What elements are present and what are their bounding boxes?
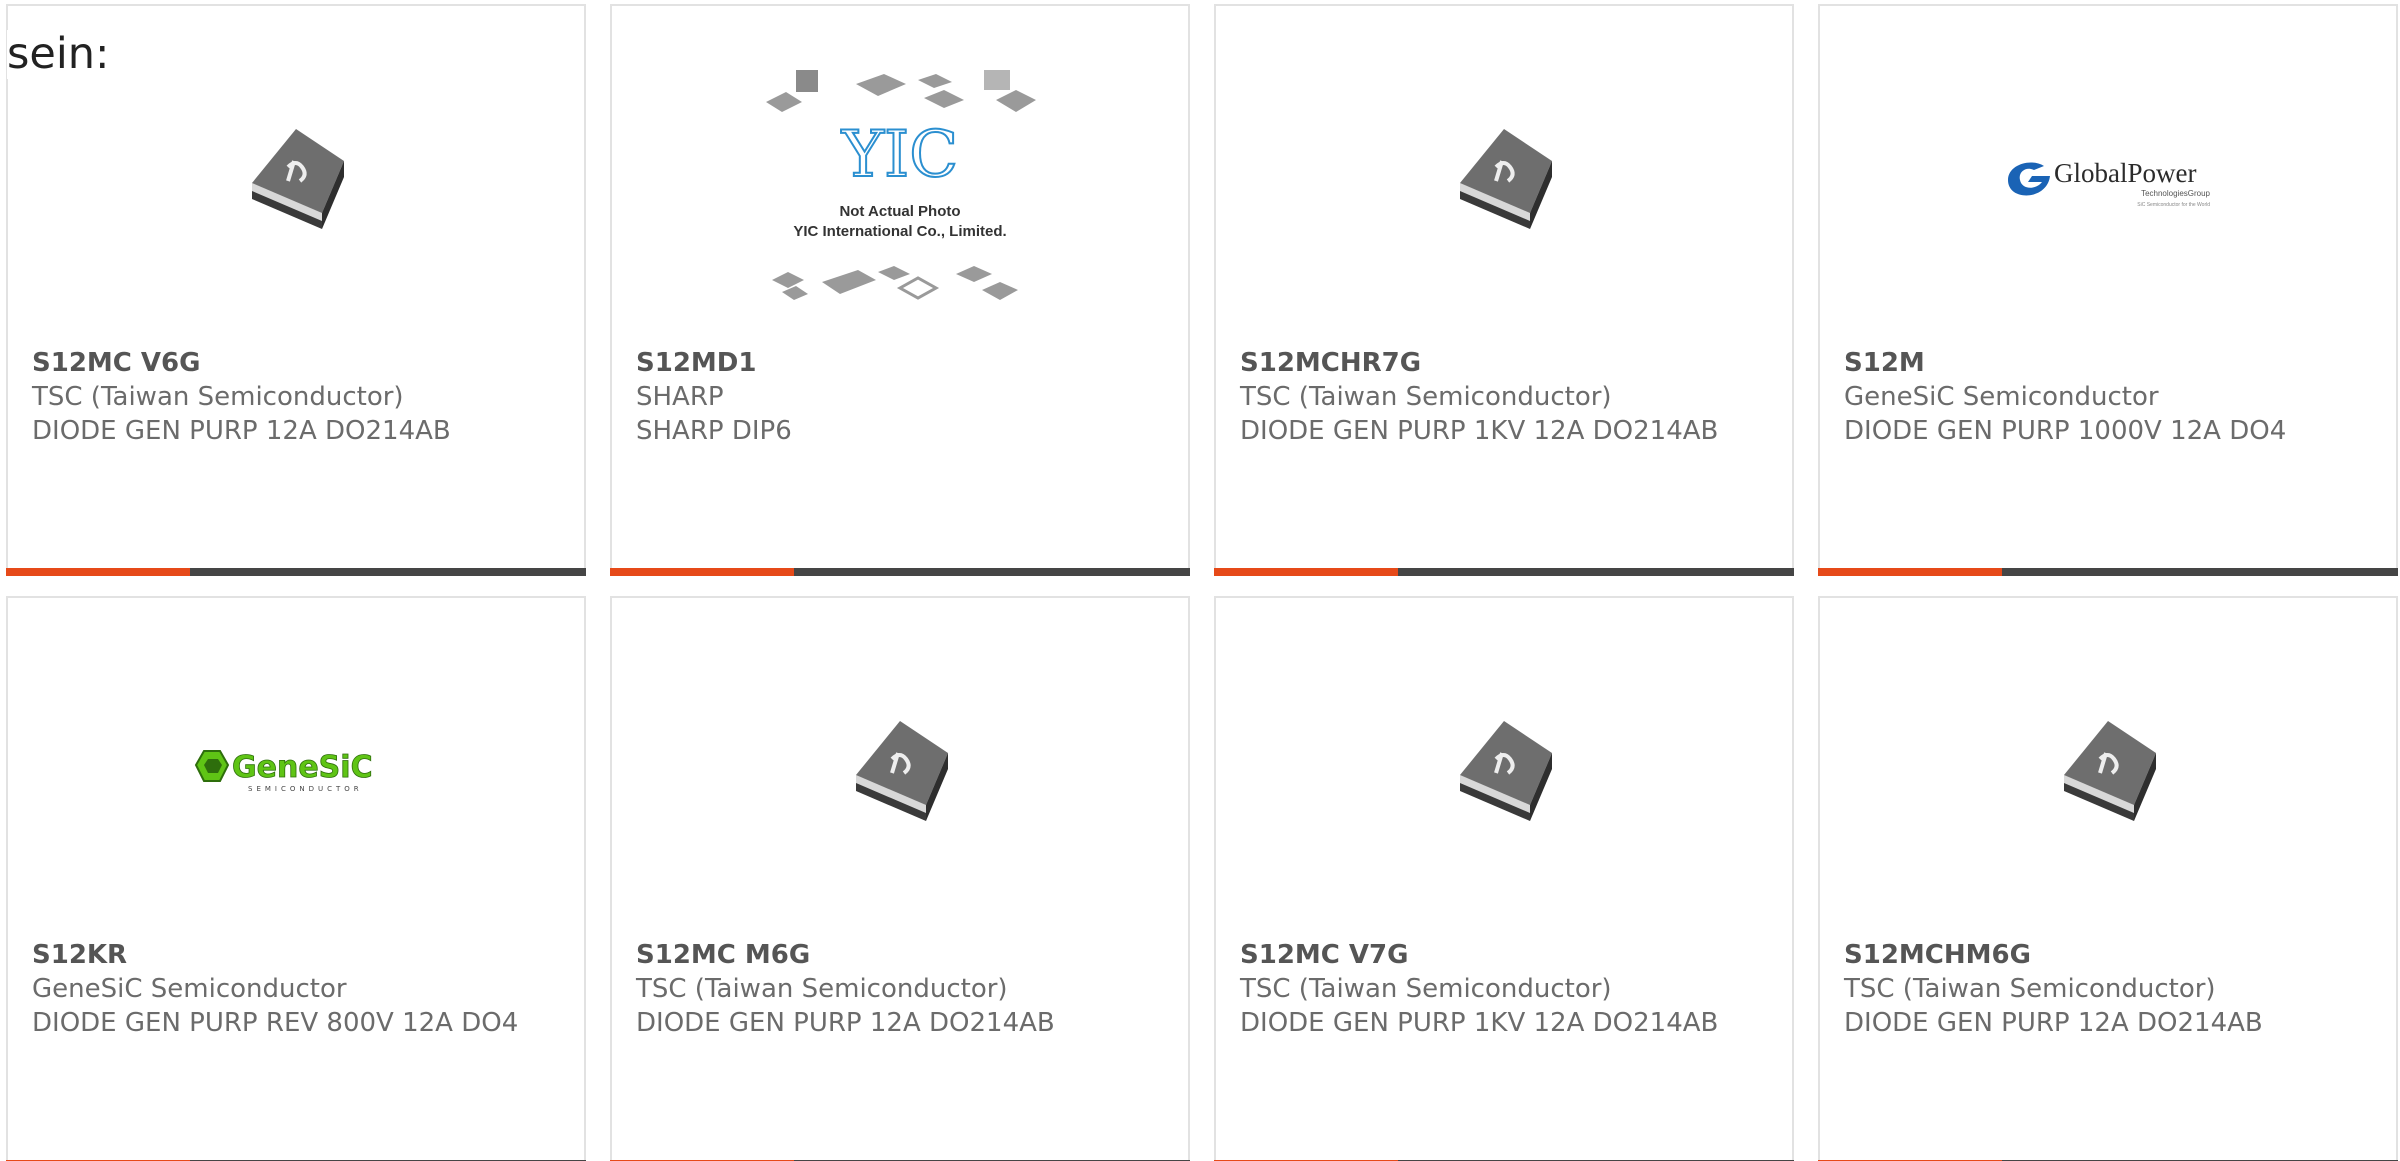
- smd-diode-package-icon: [1460, 129, 1552, 229]
- description: DIODE GEN PURP REV 800V 12A DO4: [32, 1008, 519, 1038]
- product-info: S12MCHR7G TSC (Taiwan Semiconductor) DIO…: [1240, 346, 1774, 448]
- product-card[interactable]: S12MCHR7G TSC (Taiwan Semiconductor) DIO…: [1214, 4, 1794, 576]
- globalpower-line2: SiC Semiconductor for the World: [2137, 202, 2210, 208]
- product-info: S12MC V7G TSC (Taiwan Semiconductor) DIO…: [1240, 938, 1774, 1040]
- yic-line2: YIC International Co., Limited.: [793, 223, 1006, 240]
- intro-text: sein:: [7, 29, 114, 80]
- product-card[interactable]: GlobalPower TechnologiesGroup SiC Semico…: [1818, 4, 2398, 576]
- description: SHARP DIP6: [636, 416, 792, 446]
- product-image: [612, 648, 1188, 898]
- genesic-logo: GeneSiC SEMICONDUCTOR: [194, 750, 373, 793]
- card-bottom-bar: [6, 568, 586, 576]
- part-number: S12MC V7G: [1240, 940, 1409, 970]
- globalpower-swoosh-icon: [2008, 162, 2050, 196]
- part-number: S12MC M6G: [636, 940, 811, 970]
- description: DIODE GEN PURP 1000V 12A DO4: [1844, 416, 2287, 446]
- smd-diode-package-icon: [252, 129, 344, 229]
- manufacturer: TSC (Taiwan Semiconductor): [32, 382, 404, 412]
- globalpower-logo-text: GlobalPower: [2054, 158, 2196, 188]
- product-info: S12M GeneSiC Semiconductor DIODE GEN PUR…: [1844, 346, 2378, 448]
- description: DIODE GEN PURP 1KV 12A DO214AB: [1240, 416, 1719, 446]
- card-bottom-bar: [610, 568, 1190, 576]
- product-grid-page: sein: S12MC V6G TSC (Taiwan Semiconducto…: [0, 0, 2400, 1161]
- yic-logo-text: YIC: [841, 118, 959, 192]
- product-card[interactable]: S12MCHM6G TSC (Taiwan Semiconductor) DIO…: [1818, 596, 2398, 1161]
- part-number: S12MCHM6G: [1844, 940, 2031, 970]
- part-number: S12KR: [32, 940, 128, 970]
- description: DIODE GEN PURP 12A DO214AB: [1844, 1008, 2263, 1038]
- product-info: S12KR GeneSiC Semiconductor DIODE GEN PU…: [32, 938, 566, 1040]
- product-info: S12MC V6G TSC (Taiwan Semiconductor) DIO…: [32, 346, 566, 448]
- product-image: YIC Not Actual Photo YIC International C…: [612, 46, 1188, 336]
- part-number: S12M: [1844, 348, 1925, 378]
- globalpower-logo: GlobalPower TechnologiesGroup SiC Semico…: [2008, 158, 2211, 208]
- description: DIODE GEN PURP 1KV 12A DO214AB: [1240, 1008, 1719, 1038]
- product-image: [1216, 56, 1792, 306]
- description: DIODE GEN PURP 12A DO214AB: [32, 416, 451, 446]
- part-number: S12MCHR7G: [1240, 348, 1422, 378]
- description: DIODE GEN PURP 12A DO214AB: [636, 1008, 1055, 1038]
- smd-diode-package-icon: [2064, 721, 2156, 821]
- card-bottom-bar: [1214, 568, 1794, 576]
- product-image: [1216, 648, 1792, 898]
- product-image: [8, 56, 584, 306]
- manufacturer: GeneSiC Semiconductor: [32, 974, 347, 1004]
- yic-placeholder-image: YIC Not Actual Photo YIC International C…: [766, 70, 1036, 300]
- part-number: S12MC V6G: [32, 348, 201, 378]
- smd-diode-package-icon: [1460, 721, 1552, 821]
- manufacturer: TSC (Taiwan Semiconductor): [1240, 974, 1612, 1004]
- product-image: GlobalPower TechnologiesGroup SiC Semico…: [1820, 56, 2396, 306]
- chip-icons-top: [766, 70, 1036, 112]
- genesic-logo-text: GeneSiC: [232, 750, 373, 785]
- product-card[interactable]: YIC Not Actual Photo YIC International C…: [610, 4, 1190, 576]
- product-card[interactable]: S12MC V6G TSC (Taiwan Semiconductor) DIO…: [6, 4, 586, 576]
- product-info: S12MC M6G TSC (Taiwan Semiconductor) DIO…: [636, 938, 1170, 1040]
- product-card[interactable]: GeneSiC SEMICONDUCTOR S12KR GeneSiC Semi…: [6, 596, 586, 1161]
- manufacturer: TSC (Taiwan Semiconductor): [1844, 974, 2216, 1004]
- product-info: S12MD1 SHARP SHARP DIP6: [636, 346, 1170, 448]
- manufacturer: TSC (Taiwan Semiconductor): [636, 974, 1008, 1004]
- product-image: GeneSiC SEMICONDUCTOR: [8, 648, 584, 898]
- part-number: S12MD1: [636, 348, 757, 378]
- genesic-line1: SEMICONDUCTOR: [248, 785, 363, 793]
- chip-icons-bottom: [772, 266, 1018, 300]
- product-grid: S12MC V6G TSC (Taiwan Semiconductor) DIO…: [6, 4, 2400, 1161]
- globalpower-line1: TechnologiesGroup: [2141, 189, 2210, 198]
- smd-diode-package-icon: [856, 721, 948, 821]
- product-info: S12MCHM6G TSC (Taiwan Semiconductor) DIO…: [1844, 938, 2378, 1040]
- card-bottom-bar: [1818, 568, 2398, 576]
- yic-line1: Not Actual Photo: [839, 203, 960, 220]
- manufacturer: TSC (Taiwan Semiconductor): [1240, 382, 1612, 412]
- manufacturer: SHARP: [636, 382, 724, 412]
- product-image: [1820, 648, 2396, 898]
- manufacturer: GeneSiC Semiconductor: [1844, 382, 2159, 412]
- product-card[interactable]: S12MC M6G TSC (Taiwan Semiconductor) DIO…: [610, 596, 1190, 1161]
- product-card[interactable]: S12MC V7G TSC (Taiwan Semiconductor) DIO…: [1214, 596, 1794, 1161]
